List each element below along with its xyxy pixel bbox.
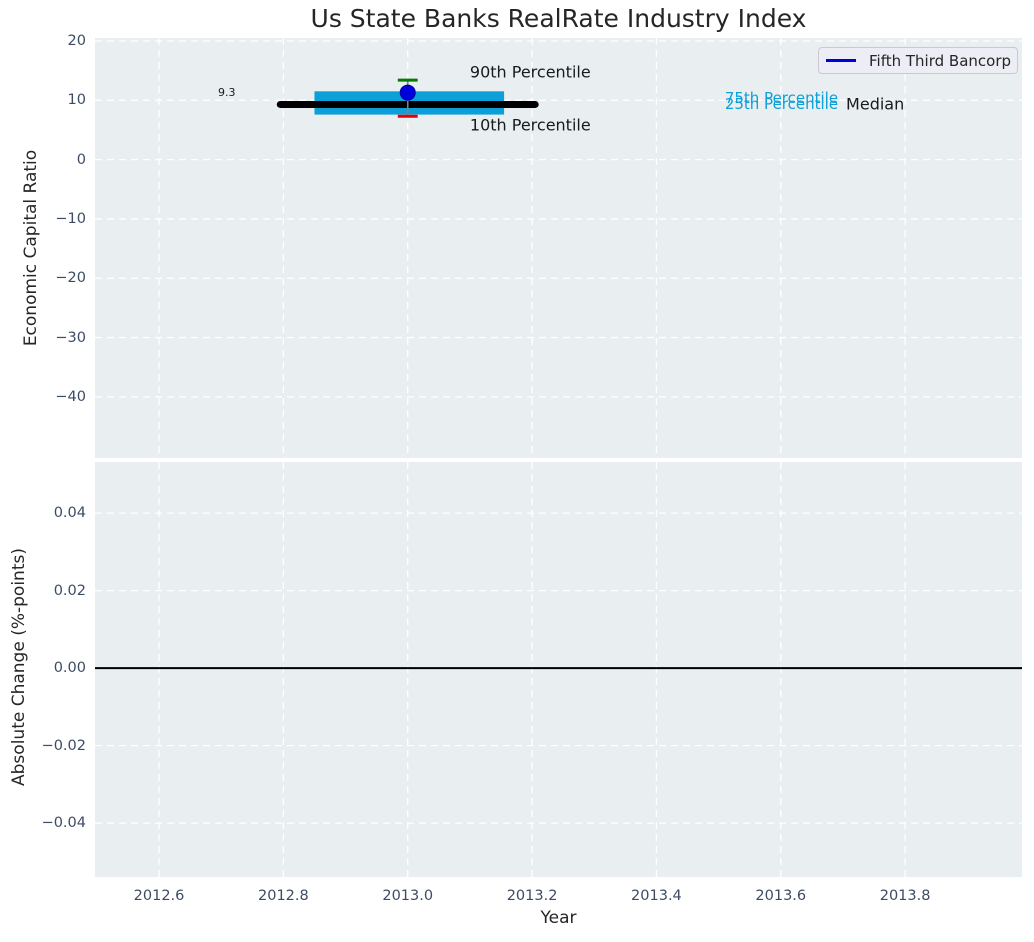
y-tick-label: 10 — [67, 92, 86, 109]
x-tick-label: 2012.6 — [133, 888, 185, 904]
x-tick-label: 2013.4 — [631, 888, 682, 904]
y-tick-label: −20 — [55, 270, 86, 287]
legend-line-sample — [826, 59, 856, 62]
y-tick-label: 0.02 — [53, 582, 86, 599]
x-tick-label: 2013.6 — [755, 888, 807, 904]
legend-series-label: Fifth Third Bancorp — [869, 51, 1012, 70]
y-tick-label: 0.00 — [53, 660, 86, 677]
p10-annotation: 10th Percentile — [469, 115, 591, 135]
x-tick-label: 2013.2 — [506, 888, 558, 904]
y-tick-label: −0.04 — [41, 815, 86, 832]
x-tick-label: 2013.8 — [879, 888, 931, 904]
plot-background-bottom — [95, 462, 1022, 877]
y-tick-label: 0.04 — [53, 505, 86, 522]
y-tick-label: 20 — [67, 32, 86, 49]
x-tick-label: 2012.8 — [258, 888, 309, 904]
y-tick-label: −30 — [55, 329, 86, 346]
company-point — [399, 84, 416, 101]
y-tick-label: −10 — [55, 210, 86, 227]
median-annotation: Median — [846, 94, 905, 114]
x-tick-label: 2013.0 — [382, 888, 434, 904]
y-tick-label: −0.02 — [41, 737, 86, 754]
median-value-annotation: 9.3 — [218, 86, 236, 100]
p90-annotation: 90th Percentile — [469, 62, 591, 82]
chart-canvas — [95, 38, 1022, 877]
p25-annotation: 25th Percentile — [724, 94, 839, 113]
y-tick-label: −40 — [55, 388, 86, 405]
legend: Fifth Third Bancorp — [818, 47, 1018, 74]
x-axis-label: Year — [540, 908, 577, 928]
figure: Us State Banks RealRate Industry Index E… — [0, 0, 1034, 942]
y-tick-label: 0 — [76, 151, 86, 168]
y-axis-label-top: Economic Capital Ratio — [21, 149, 41, 347]
chart-title: Us State Banks RealRate Industry Index — [310, 4, 807, 33]
